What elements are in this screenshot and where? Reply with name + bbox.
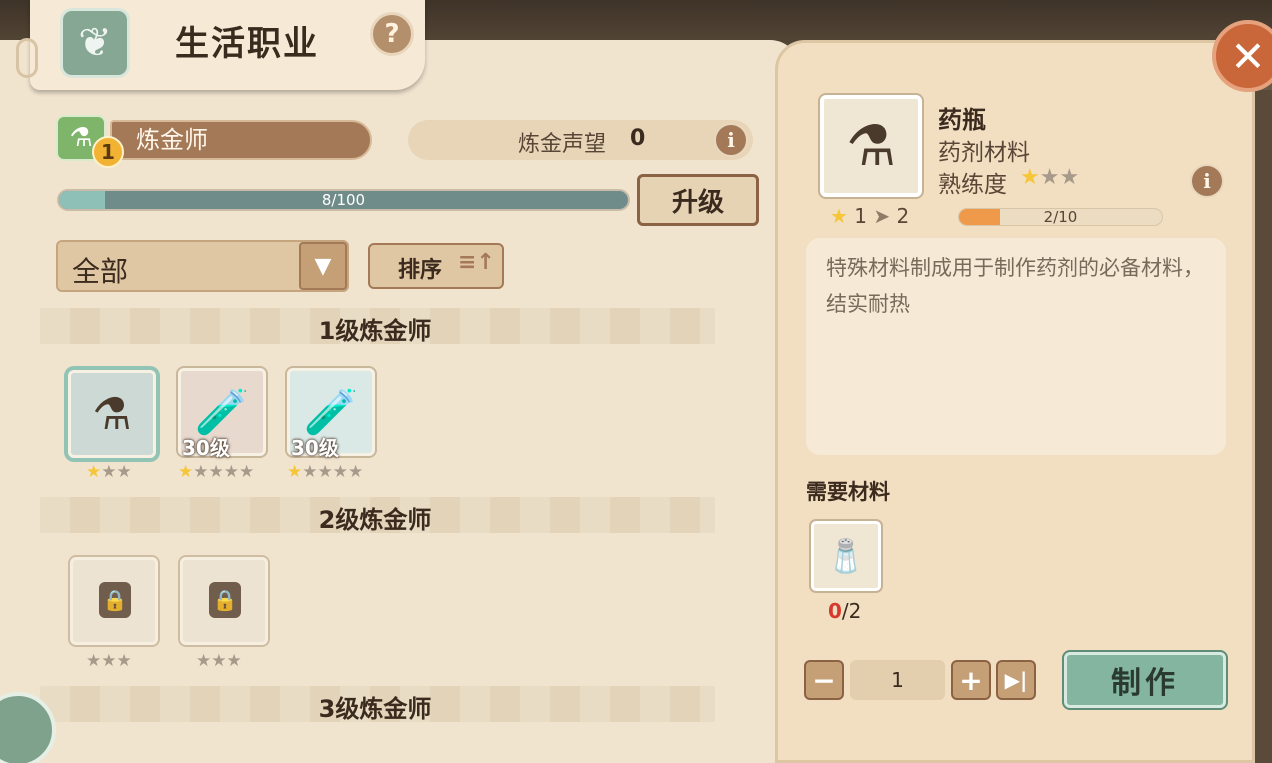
tag-ring	[16, 38, 38, 78]
rank-to: 2	[896, 204, 910, 228]
item-stars: ★★★★★	[287, 462, 364, 482]
item-stars: ★★★	[86, 651, 132, 671]
proficiency-stars: ★★★	[1020, 165, 1080, 190]
materials-label: 需要材料	[806, 480, 890, 504]
recipe-item-locked[interactable]: 🔒	[180, 557, 268, 645]
recipe-item-locked[interactable]: 🔒	[70, 557, 158, 645]
proficiency-label: 熟练度	[938, 172, 1007, 198]
item-description: 特殊材料制成用于制作药剂的必备材料，结实耐热	[826, 256, 1204, 316]
max-button[interactable]: ▶|	[996, 660, 1036, 700]
material-slot[interactable]: 🧂	[811, 521, 881, 591]
item-level-req: 30级	[182, 436, 230, 460]
item-level-req: 30级	[291, 436, 339, 460]
item-type: 药剂材料	[938, 140, 1030, 166]
salt-crystal-icon: 🧂	[826, 537, 866, 575]
reputation-info-button[interactable]: i	[714, 123, 748, 157]
material-count: 0/2	[828, 599, 861, 623]
recipe-item-flask[interactable]: ⚗	[68, 370, 156, 458]
arrow-right-icon: ➤	[873, 204, 891, 228]
selected-item-frame: ⚗	[820, 95, 922, 197]
flask-blue-icon: 🧪	[303, 387, 359, 438]
dropdown-arrow-icon[interactable]: ▼	[299, 242, 347, 290]
profession-name: 炼金师	[110, 120, 372, 160]
life-skill-emblem-icon: ❦	[60, 8, 130, 78]
help-button[interactable]: ?	[370, 12, 414, 56]
craft-button[interactable]: 制作	[1064, 652, 1226, 708]
section-title-1: 1级炼金师	[318, 317, 432, 345]
profession-level-badge: 1	[92, 136, 124, 168]
rank-from: 1	[854, 204, 868, 228]
item-stars: ★★★★★	[178, 462, 255, 482]
proficiency-bar: 2/10	[958, 208, 1163, 226]
lock-icon: 🔒	[209, 582, 241, 618]
category-selected: 全部	[72, 255, 129, 288]
flask-red-icon: 🧪	[194, 387, 250, 438]
section-title-2: 2级炼金师	[318, 506, 432, 534]
lock-icon: 🔒	[99, 582, 131, 618]
page-title: 生活职业	[175, 24, 319, 64]
upgrade-button[interactable]: 升级	[637, 174, 759, 226]
item-info-button[interactable]: i	[1190, 164, 1224, 198]
sort-icon: ≡↑	[458, 250, 495, 275]
star-icon: ★	[830, 204, 848, 228]
item-name: 药瓶	[938, 106, 986, 134]
quantity-field[interactable]: 1	[850, 660, 945, 700]
decrease-button[interactable]: −	[804, 660, 844, 700]
reputation-label: 炼金声望	[518, 132, 607, 157]
section-title-3: 3级炼金师	[318, 695, 432, 723]
experience-bar: 8/100	[57, 189, 630, 211]
item-stars: ★★★	[196, 651, 242, 671]
sort-label: 排序	[398, 258, 443, 283]
rank-row: ★ 1 ➤ 2	[830, 204, 909, 228]
flask-empty-icon: ⚗	[92, 388, 132, 440]
reputation-value: 0	[630, 126, 646, 151]
experience-text: 8/100	[321, 191, 366, 209]
material-need: /2	[841, 599, 862, 623]
increase-button[interactable]: +	[951, 660, 991, 700]
flask-empty-icon: ⚗	[845, 113, 897, 179]
material-have: 0	[828, 599, 842, 623]
proficiency-text: 2/10	[1043, 208, 1078, 226]
item-stars: ★★★	[86, 462, 132, 482]
